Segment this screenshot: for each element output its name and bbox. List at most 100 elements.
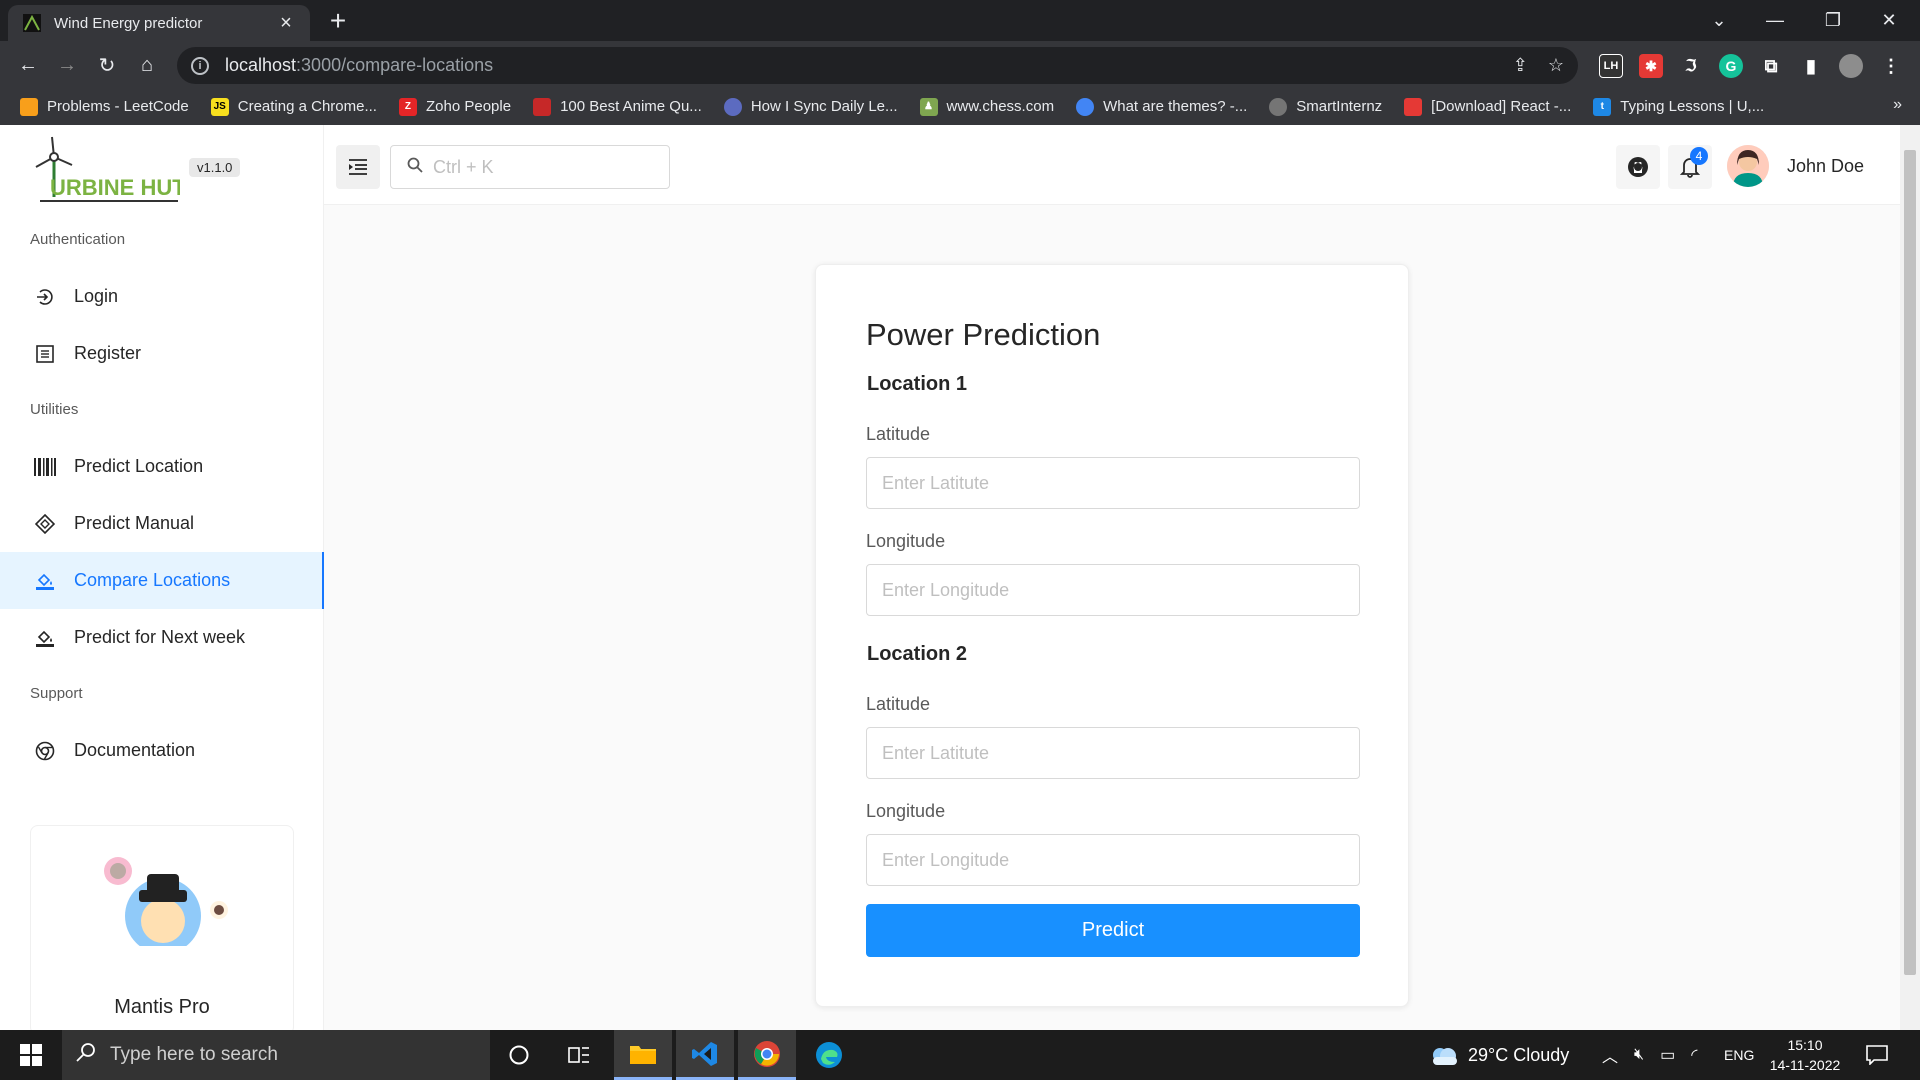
bookmark-item[interactable]: [Download] React -...: [1404, 97, 1571, 116]
location1-latitude-input[interactable]: [866, 457, 1360, 509]
language-indicator[interactable]: ENG: [1724, 1030, 1754, 1080]
side-panel-icon[interactable]: ▮: [1799, 54, 1823, 78]
new-tab-button[interactable]: +: [322, 6, 354, 38]
avatar[interactable]: [1727, 145, 1769, 187]
back-icon[interactable]: ←: [13, 52, 43, 78]
bookmark-star-icon[interactable]: ☆: [1548, 55, 1564, 76]
page-title: Power Prediction: [866, 317, 1101, 352]
minimize-button[interactable]: —: [1752, 0, 1798, 41]
sidebar-item-documentation[interactable]: Documentation: [0, 722, 324, 779]
promo-title: Mantis Pro: [114, 996, 210, 1018]
url-bar[interactable]: i localhost :3000/compare-locations ⇪ ☆: [177, 47, 1578, 84]
typing-icon: t: [1593, 97, 1612, 116]
github-button[interactable]: [1616, 145, 1660, 189]
section-title-utilities: Utilities: [30, 401, 79, 418]
header-search-input[interactable]: Ctrl + K: [390, 145, 670, 189]
chess-icon: ♟: [919, 97, 938, 116]
url-path: :3000/compare-locations: [296, 55, 494, 75]
location1-longitude-label: Longitude: [866, 531, 946, 551]
browser-tab-bar: Wind Energy predictor × + ⌄ — ❐ ✕: [0, 0, 1920, 41]
bg-colors-icon: [34, 627, 56, 649]
location2-latitude-input[interactable]: [866, 727, 1360, 779]
browser-menu-icon[interactable]: ⋮: [1879, 54, 1903, 78]
turbine-hut-logo[interactable]: URBINE HUT: [30, 135, 186, 207]
sidebar-item-compare-locations[interactable]: Compare Locations: [0, 552, 324, 609]
volume-mute-icon[interactable]: 🔇︎: [1634, 1046, 1644, 1064]
login-icon: [34, 286, 56, 308]
section-title-authentication: Authentication: [30, 231, 126, 248]
edge-icon: [816, 1042, 842, 1068]
javascript-icon: JS: [210, 97, 229, 116]
sidebar-item-predict-location[interactable]: Predict Location: [0, 438, 324, 495]
file-explorer-button[interactable]: [614, 1030, 672, 1080]
notifications-button[interactable]: 4: [1668, 145, 1712, 189]
location1-latitude-label: Latitude: [866, 424, 931, 444]
edge-button[interactable]: [800, 1030, 858, 1080]
system-tray: ︿ 🔇︎ ▭ ◜: [1602, 1030, 1697, 1080]
bookmark-item[interactable]: JS Creating a Chrome...: [210, 97, 377, 116]
diamond-icon: [34, 513, 56, 535]
windows-logo-icon: [20, 1044, 42, 1066]
os-taskbar: Type here to search 29°C Cloudy ︿ 🔇︎ ▭ ◜…: [0, 1030, 1920, 1080]
weather-text: 29°C Cloudy: [1468, 1044, 1570, 1065]
bookmark-item[interactable]: Z Zoho People: [398, 97, 511, 116]
toggle-drawer-button[interactable]: [336, 145, 380, 189]
reload-icon[interactable]: ↻: [92, 52, 122, 78]
predict-button[interactable]: Predict: [866, 904, 1360, 957]
taskbar-search-input[interactable]: Type here to search: [62, 1030, 490, 1080]
close-window-button[interactable]: ✕: [1866, 0, 1912, 41]
sync-icon: [723, 97, 742, 116]
sidebar-item-login[interactable]: Login: [0, 268, 324, 325]
taskbar-clock[interactable]: 15:10 14-11-2022: [1760, 1035, 1850, 1075]
version-badge: v1.1.0: [189, 158, 241, 177]
weather-widget[interactable]: 29°C Cloudy: [1428, 1030, 1569, 1080]
taskbar-search-placeholder: Type here to search: [110, 1044, 278, 1065]
location1-longitude-input[interactable]: [866, 564, 1360, 616]
register-icon: [34, 343, 56, 365]
user-name[interactable]: John Doe: [1787, 156, 1864, 177]
sidebar-item-predict-next-week[interactable]: Predict for Next week: [0, 609, 324, 666]
lighthouse-extension-icon[interactable]: LH: [1599, 54, 1623, 78]
page-scrollbar-thumb[interactable]: [1904, 150, 1916, 975]
share-icon[interactable]: ⇪: [1513, 55, 1528, 76]
sidebar-item-predict-manual[interactable]: Predict Manual: [0, 495, 324, 552]
folder-icon: [630, 1045, 656, 1064]
flag-icon: [1404, 97, 1423, 116]
sidebar-item-register[interactable]: Register: [0, 325, 324, 382]
browser-tab[interactable]: Wind Energy predictor ×: [8, 5, 310, 41]
grammarly-extension-icon[interactable]: G: [1719, 54, 1743, 78]
vscode-button[interactable]: [676, 1030, 734, 1080]
cortana-button[interactable]: [490, 1030, 548, 1080]
battery-icon[interactable]: ▭: [1660, 1045, 1675, 1065]
bookmark-item[interactable]: How I Sync Daily Le...: [723, 97, 898, 116]
more-bookmarks-icon[interactable]: »: [1893, 96, 1902, 114]
profile-avatar-icon[interactable]: [1839, 54, 1863, 78]
home-icon[interactable]: ⌂: [132, 52, 162, 78]
section-title-support: Support: [30, 685, 83, 702]
bookmark-item[interactable]: t Typing Lessons | U,...: [1593, 97, 1764, 116]
site-info-icon[interactable]: i: [191, 56, 209, 75]
task-view-button[interactable]: [550, 1030, 608, 1080]
forward-icon[interactable]: →: [52, 52, 82, 78]
wifi-icon[interactable]: ◜: [1691, 1045, 1697, 1065]
bookmark-item[interactable]: What are themes? -...: [1076, 97, 1247, 116]
tab-search-icon[interactable]: ⌄: [1696, 0, 1742, 41]
show-hidden-icons-icon[interactable]: ︿: [1602, 1043, 1618, 1067]
bookmark-item[interactable]: 100 Best Anime Qu...: [533, 97, 702, 116]
tab-favicon-icon: [22, 13, 42, 33]
extensions-puzzle-icon[interactable]: ⧉: [1759, 54, 1783, 78]
extension-translate-icon[interactable]: ℑ: [1679, 54, 1703, 78]
bookmark-item[interactable]: SmartInternz: [1269, 97, 1382, 116]
search-icon: [76, 1042, 96, 1068]
action-center-button[interactable]: [1866, 1030, 1888, 1080]
tab-close-icon[interactable]: ×: [276, 12, 296, 35]
windows-start-button[interactable]: [2, 1030, 60, 1080]
bookmark-item[interactable]: Problems - LeetCode: [20, 97, 189, 116]
notification-center-icon: [1866, 1045, 1888, 1065]
bookmark-item[interactable]: ♟ www.chess.com: [919, 97, 1054, 116]
chrome-taskbar-button[interactable]: [738, 1030, 796, 1080]
restore-button[interactable]: ❐: [1810, 0, 1856, 41]
anime-icon: [533, 97, 552, 116]
extension-red-icon[interactable]: ✱: [1639, 54, 1663, 78]
location2-longitude-input[interactable]: [866, 834, 1360, 886]
